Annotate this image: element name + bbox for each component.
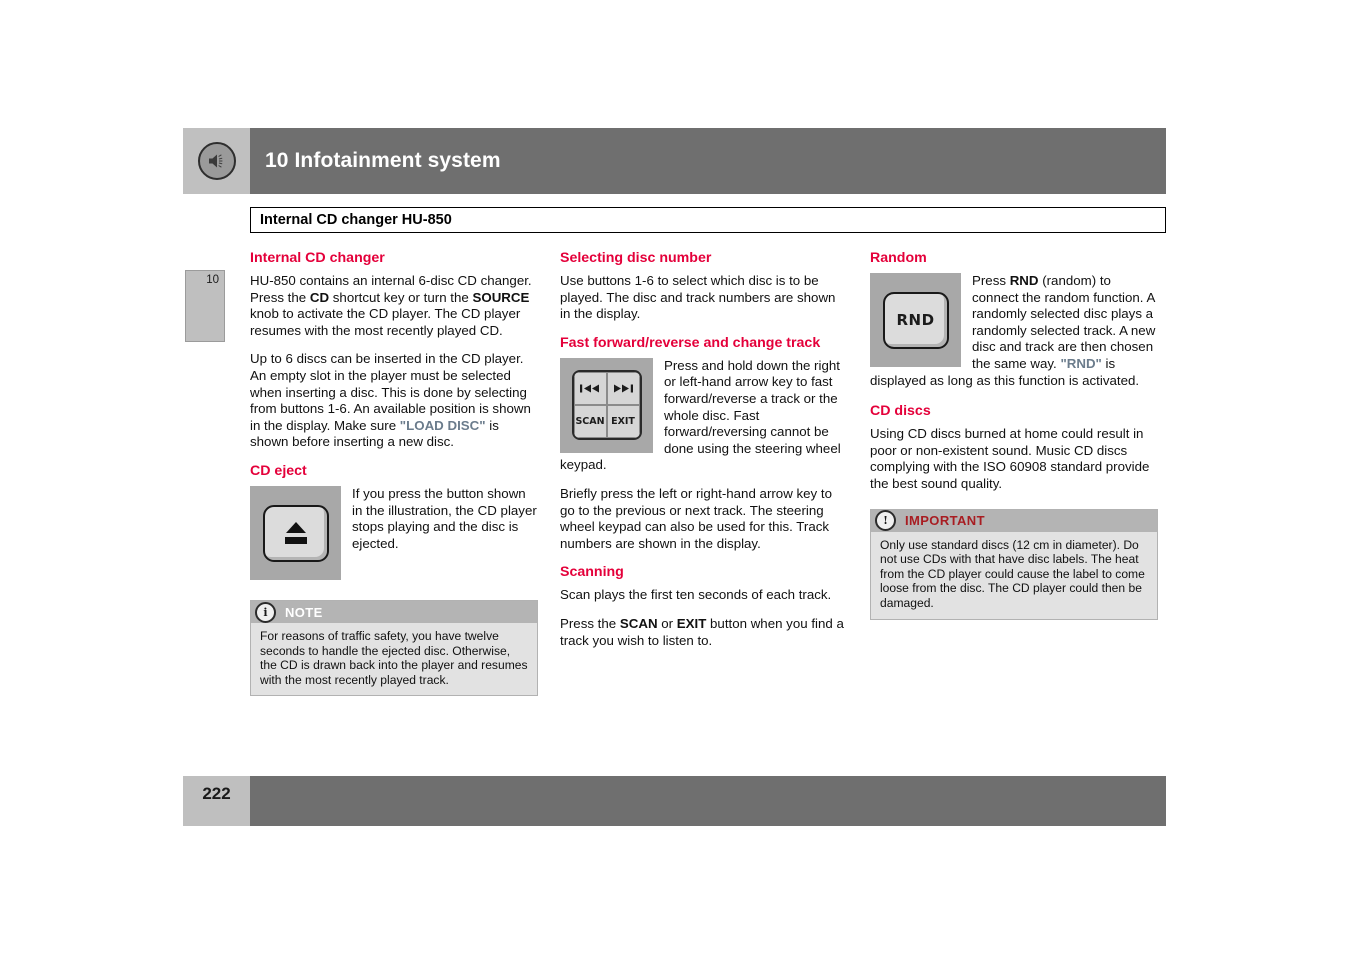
heading-internal-cd-changer: Internal CD changer (250, 250, 385, 266)
section-title-bar: Internal CD changer HU-850 (250, 207, 1166, 233)
text-fragment: shortcut key or turn the (329, 289, 473, 305)
page-footer: 222 (183, 776, 1166, 826)
heading-scanning: Scanning (560, 564, 624, 581)
manual-page: 10 Infotainment system Internal CD chang… (183, 128, 1166, 697)
note-callout-header: i NOTE (251, 601, 537, 623)
chapter-number: 10 (206, 274, 219, 286)
bold-cd: CD (309, 289, 330, 305)
eject-triangle (285, 522, 306, 533)
rnd-button-illustration: RND (870, 273, 961, 368)
eject-icon (284, 522, 307, 544)
heading-selecting-disc-number: Selecting disc number (560, 250, 712, 266)
paragraph-internal-cd-changer-2: Up to 6 discs can be inserted in the CD … (250, 351, 538, 451)
column-left: Internal CD changer HU-850 contains an i… (250, 250, 538, 697)
rnd-button-face: RND (882, 291, 949, 349)
bold-exit: EXIT (676, 616, 707, 631)
display-text-load-disc: "LOAD DISC" (399, 417, 486, 433)
body-area: 10 Internal CD changer HU-850 contains a… (183, 250, 1166, 697)
note-label: NOTE (285, 604, 323, 620)
scan-key-label: SCAN (573, 405, 607, 439)
column-middle: Selecting disc number Use buttons 1-6 to… (560, 250, 848, 696)
text-fragment: Press (972, 273, 1010, 289)
text-columns: Internal CD changer HU-850 contains an i… (250, 250, 1166, 697)
text-fragment: or (657, 616, 677, 631)
four-button-keypad: SCAN EXIT (571, 370, 642, 441)
section-title: Internal CD changer HU-850 (260, 212, 452, 228)
note-callout: i NOTE For reasons of traffic safety, yo… (250, 600, 538, 697)
important-callout-header: ! IMPORTANT (871, 509, 1157, 532)
paragraph-scanning-1: Scan plays the first ten seconds of each… (560, 587, 832, 603)
cd-eject-figure-row: If you press the button shown in the ill… (250, 486, 538, 584)
paragraph-internal-cd-changer-1: HU-850 contains an internal 6-disc CD ch… (250, 273, 538, 339)
important-callout: ! IMPORTANT Only use standard discs (12 … (870, 508, 1158, 620)
important-label: IMPORTANT (905, 513, 985, 529)
warning-icon: ! (875, 510, 896, 532)
speaker-icon (197, 142, 236, 180)
prev-track-icon (573, 372, 607, 406)
heading-random: Random (870, 250, 927, 266)
paragraph-cd-discs: Using CD discs burned at home could resu… (870, 426, 1150, 491)
chapter-number-tab: 10 (185, 270, 225, 342)
heading-cd-eject: CD eject (250, 462, 307, 479)
cd-eject-button-illustration (250, 486, 341, 580)
chapter-title: 10 Infotainment system (265, 149, 501, 172)
heading-fast-forward-reverse: Fast forward/reverse and change track (560, 334, 821, 351)
bold-rnd: RND (1009, 273, 1039, 289)
paragraph-scanning-2: Press the SCAN or EXIT button when you f… (560, 616, 848, 649)
paragraph-change-track: Briefly press the left or right-hand arr… (560, 486, 832, 551)
section-title-bar-wrap: Internal CD changer HU-850 (250, 207, 1166, 233)
bold-scan: SCAN (619, 616, 658, 631)
display-text-rnd: "RND" (1060, 356, 1102, 371)
bold-source: SOURCE (472, 289, 530, 305)
text-fragment: Press the (560, 616, 620, 631)
page-number-block: 222 (183, 776, 250, 826)
eject-bar (284, 537, 307, 544)
footer-bar (250, 776, 1166, 826)
text-fragment: knob to activate the CD player. The CD p… (250, 306, 521, 338)
important-body: Only use standard discs (12 cm in diamet… (880, 537, 1145, 610)
keypad-figure-row: SCAN EXIT Press and hold down the right … (560, 357, 848, 474)
keypad-illustration: SCAN EXIT (560, 357, 653, 453)
random-figure-row: RND Press RND (random) to connect the ra… (870, 273, 1158, 389)
eject-button-face (262, 504, 329, 562)
exit-key-label: EXIT (606, 405, 640, 439)
note-body: For reasons of traffic safety, you have … (260, 629, 528, 687)
column-right: Random RND Press RND (random) to connect… (870, 250, 1158, 696)
rnd-button-label: RND (896, 311, 935, 330)
page-number: 222 (202, 784, 231, 803)
heading-cd-discs: CD discs (870, 403, 931, 420)
info-icon: i (255, 601, 276, 623)
next-track-icon (606, 372, 640, 406)
paragraph-selecting-disc-number: Use buttons 1-6 to select which disc is … (560, 273, 836, 322)
chapter-icon-block (183, 128, 250, 194)
chapter-header: 10 Infotainment system (183, 128, 1166, 194)
